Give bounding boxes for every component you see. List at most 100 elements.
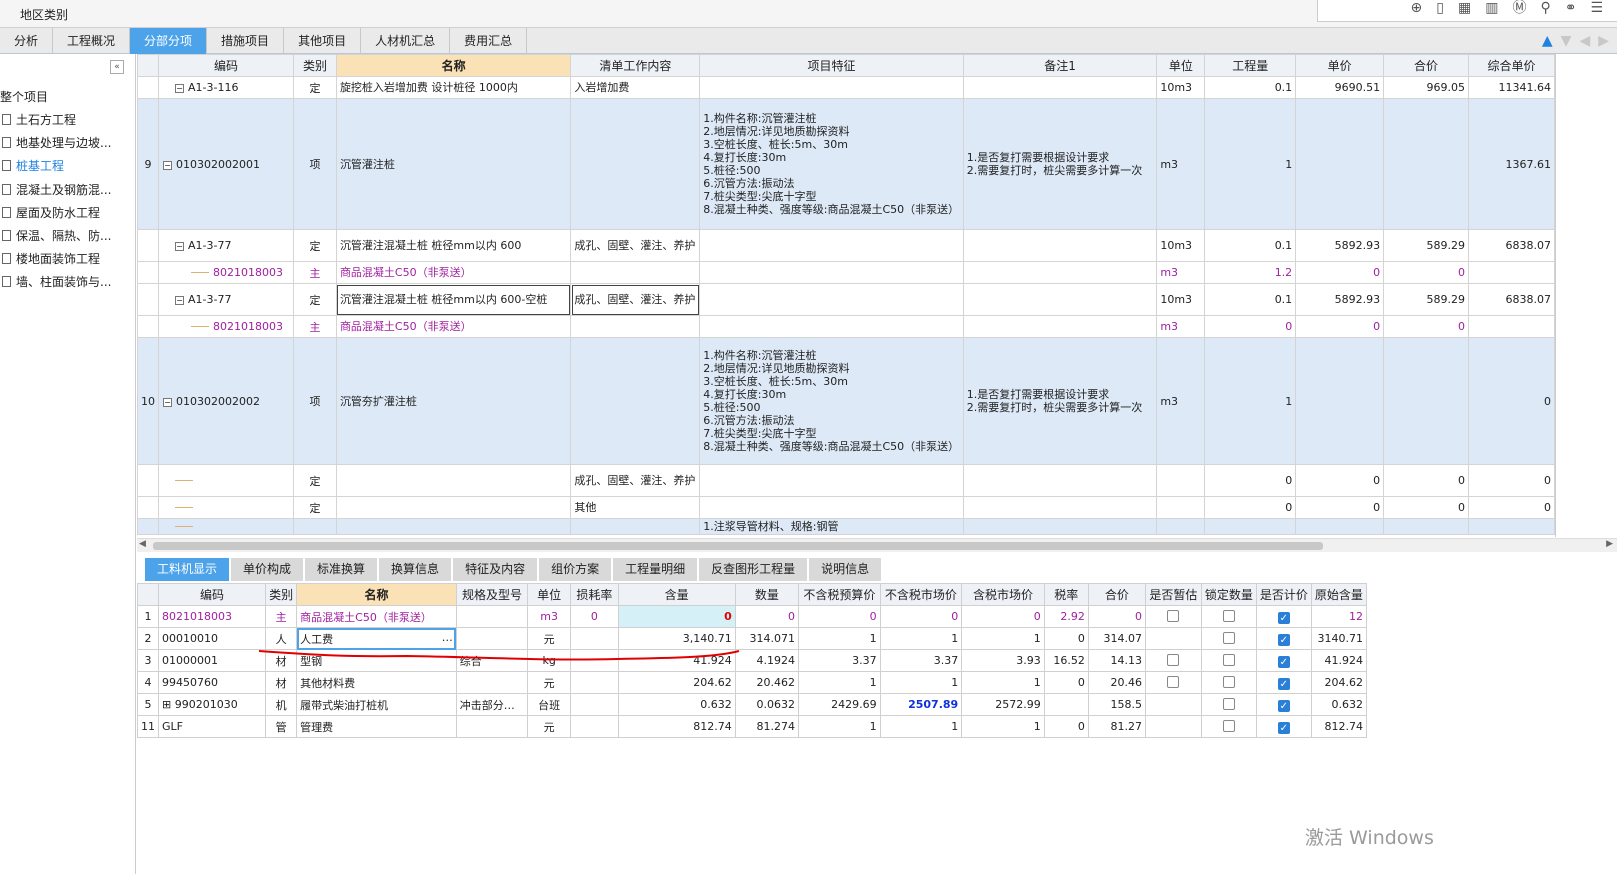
cell-qty[interactable]: 0.1 bbox=[1204, 76, 1297, 99]
cell-tax[interactable]: 2.92 bbox=[1043, 605, 1089, 628]
cell-price[interactable] bbox=[1295, 518, 1385, 535]
region-type-menu[interactable]: 地区类别 bbox=[20, 6, 68, 23]
cell-market_tax[interactable]: 3.93 bbox=[961, 649, 1045, 672]
cell-total[interactable]: 0 bbox=[1383, 496, 1469, 519]
cell-feature[interactable] bbox=[699, 261, 964, 284]
cell-lock[interactable] bbox=[1200, 649, 1257, 672]
cell-unit[interactable]: m3 bbox=[1156, 261, 1206, 284]
cell-provisional[interactable] bbox=[1144, 715, 1202, 738]
arrow-up-icon[interactable]: ▲ bbox=[1542, 33, 1553, 49]
cell-price[interactable] bbox=[1295, 337, 1385, 465]
cell-budget[interactable]: 3.37 bbox=[798, 649, 881, 672]
cell-no[interactable]: 5 bbox=[137, 693, 159, 716]
checkbox[interactable]: ✓ bbox=[1277, 634, 1290, 646]
cell-qty[interactable]: 81.274 bbox=[734, 715, 800, 738]
cell-unit[interactable]: m3 bbox=[1156, 337, 1206, 465]
cell-no[interactable] bbox=[137, 518, 159, 535]
cell-content[interactable]: 0.632 bbox=[617, 693, 736, 716]
cell-type[interactable] bbox=[292, 518, 337, 535]
detail-tab[interactable]: 说明信息 bbox=[809, 558, 882, 581]
cell-budget[interactable]: 0 bbox=[798, 605, 881, 628]
grid-icon[interactable]: ▦ bbox=[1458, 0, 1471, 21]
cell-tax[interactable]: 0 bbox=[1043, 671, 1089, 694]
cell-code[interactable]: 01000001 bbox=[157, 649, 267, 672]
cell-note[interactable] bbox=[962, 261, 1158, 284]
cell-unit[interactable]: m3 bbox=[1156, 98, 1206, 230]
cell-work[interactable]: 成孔、固壁、灌注、养护 bbox=[570, 283, 701, 316]
cell-price[interactable]: 0 bbox=[1295, 496, 1385, 519]
column-header[interactable]: 是否暂估 bbox=[1144, 583, 1202, 606]
cell-comp[interactable]: 0 bbox=[1467, 337, 1555, 465]
cell-code[interactable]: 8021018003 bbox=[158, 315, 294, 338]
table-row[interactable]: 4 99450760 材其他材料费元 204.62 20.462 1 1 1 0 20.46 ✓ 20… bbox=[137, 671, 1368, 694]
sidebar-collapse-button[interactable]: « bbox=[110, 60, 124, 74]
cell-qty[interactable]: 1 bbox=[1204, 98, 1297, 230]
detail-tab[interactable]: 反查图形工程量 bbox=[699, 558, 808, 581]
cell-provisional[interactable] bbox=[1144, 605, 1202, 628]
cell-feature[interactable]: 1.注浆导管材料、规格:钢管 bbox=[699, 518, 964, 535]
cell-lock[interactable] bbox=[1200, 693, 1257, 716]
cell-price[interactable]: 5892.93 bbox=[1295, 229, 1385, 262]
cell-unit[interactable] bbox=[1156, 464, 1206, 497]
column-header[interactable]: 编码 bbox=[158, 54, 294, 77]
checkbox[interactable]: ✓ bbox=[1277, 700, 1290, 712]
cell-feature[interactable] bbox=[699, 229, 964, 262]
table-row[interactable]: 11 GLF 管管理费元 812.74 81.274 1 1 1 0 81.27 ✓ 812.74 bbox=[137, 715, 1368, 738]
checkbox[interactable] bbox=[1222, 632, 1235, 644]
cell-no[interactable]: 4 bbox=[137, 671, 159, 694]
column-header[interactable]: 单位 bbox=[1156, 54, 1206, 77]
cell-type[interactable]: 材 bbox=[265, 671, 298, 694]
cell-work[interactable]: 入岩增加费 bbox=[570, 76, 701, 99]
network-icon[interactable]: ⚭ bbox=[1565, 0, 1577, 21]
cell-work[interactable] bbox=[570, 315, 701, 338]
cell-code[interactable]: 99450760 bbox=[157, 671, 267, 694]
cell-total[interactable]: 589.29 bbox=[1383, 229, 1469, 262]
table-row[interactable]: − A1-3-77 定沉管灌注混凝土桩 桩径mm以内 600 成孔、固壁、灌注、养护 1… bbox=[137, 229, 1555, 262]
cell-no[interactable] bbox=[137, 229, 159, 262]
cell-comp[interactable]: 6838.07 bbox=[1467, 283, 1555, 316]
column-header[interactable]: 备注1 bbox=[962, 54, 1158, 77]
scrollbar-thumb[interactable] bbox=[153, 542, 1323, 550]
column-header[interactable]: 合价 bbox=[1087, 583, 1146, 606]
checkbox[interactable] bbox=[1222, 610, 1235, 622]
cell-lock[interactable] bbox=[1200, 627, 1257, 650]
cell-loss[interactable] bbox=[570, 715, 619, 738]
cell-note[interactable] bbox=[962, 315, 1158, 338]
cell-code[interactable]: GLF bbox=[157, 715, 267, 738]
cell-feature[interactable] bbox=[699, 315, 964, 338]
cell-budget[interactable]: 2429.69 bbox=[798, 693, 881, 716]
cell-note[interactable] bbox=[962, 496, 1158, 519]
column-header[interactable]: 类别 bbox=[265, 583, 298, 606]
column-header[interactable]: 清单工作内容 bbox=[570, 54, 701, 77]
cell-total[interactable]: 14.13 bbox=[1087, 649, 1146, 672]
tool-icon[interactable]: ⊕ bbox=[1411, 0, 1423, 21]
cell-orig[interactable]: 812.74 bbox=[1310, 715, 1368, 738]
cell-lock[interactable] bbox=[1200, 605, 1257, 628]
cell-qty[interactable]: 0 bbox=[1204, 496, 1297, 519]
column-header[interactable] bbox=[137, 54, 159, 77]
cell-total[interactable]: 0 bbox=[1383, 261, 1469, 284]
cell-note[interactable]: 1.是否复打需要根据设计要求 2.需要复打时，桩尖需要多计算一次 bbox=[962, 98, 1158, 230]
cell-market[interactable]: 0 bbox=[879, 605, 963, 628]
column-header[interactable]: 不含税市场价 bbox=[879, 583, 963, 606]
cell-priced[interactable]: ✓ bbox=[1255, 649, 1312, 672]
column-header[interactable]: 名称 bbox=[296, 583, 457, 606]
checkbox[interactable] bbox=[1167, 676, 1180, 688]
checkbox[interactable] bbox=[1222, 676, 1235, 688]
cell-unit[interactable]: 元 bbox=[527, 671, 572, 694]
table-row[interactable]: 1.注浆导管材料、规格:钢管 bbox=[137, 518, 1555, 535]
cell-comp[interactable] bbox=[1467, 261, 1555, 284]
cell-orig[interactable]: 0.632 bbox=[1310, 693, 1368, 716]
expand-collapse-icon[interactable]: − bbox=[163, 160, 172, 170]
cell-no[interactable] bbox=[137, 283, 159, 316]
expand-collapse-icon[interactable]: − bbox=[175, 296, 184, 305]
scroll-left-icon[interactable]: ◀ bbox=[139, 539, 146, 549]
cell-content[interactable]: 0 bbox=[617, 605, 736, 628]
column-header[interactable]: 数量 bbox=[734, 583, 800, 606]
cell-unit[interactable]: 台班 bbox=[527, 693, 572, 716]
cell-tax[interactable]: 0 bbox=[1043, 715, 1089, 738]
cell-unit[interactable]: 10m3 bbox=[1156, 283, 1206, 316]
cell-orig[interactable]: 204.62 bbox=[1310, 671, 1368, 694]
cell-qty[interactable]: 0.1 bbox=[1204, 283, 1297, 316]
cell-total[interactable] bbox=[1383, 337, 1469, 465]
